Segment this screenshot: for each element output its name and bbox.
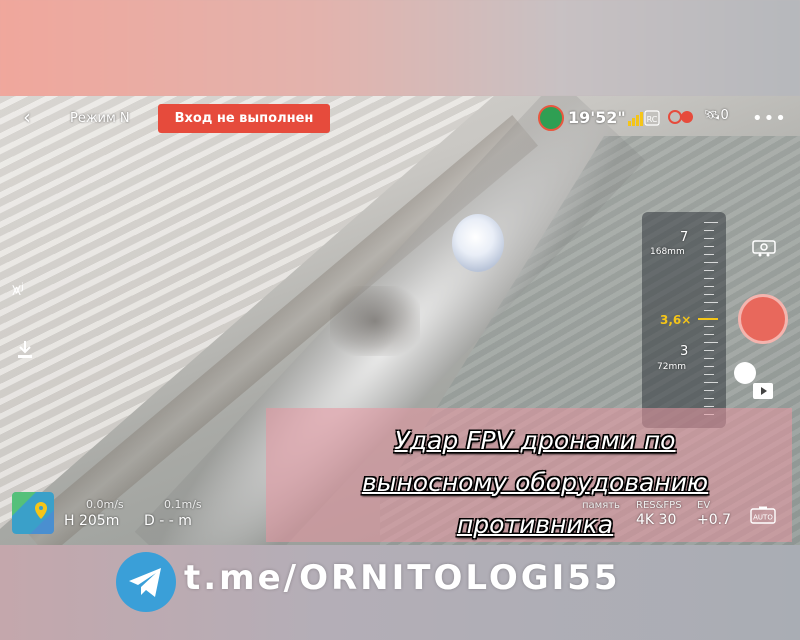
login-warning-badge[interactable]: Вход не выполнен — [158, 104, 330, 133]
record-button[interactable] — [738, 294, 788, 344]
caption-line-2: выносному оборудованию — [361, 468, 709, 497]
zoom-tick — [704, 238, 714, 239]
satellite-icon: 🛰 — [704, 108, 721, 123]
gps-icon: 🛰0 — [704, 108, 729, 123]
auto-exposure-icon[interactable]: AUTO — [750, 506, 776, 524]
zoom-tick — [704, 350, 714, 351]
zoom-tick — [704, 398, 714, 399]
zoom-tick — [704, 294, 714, 295]
zoom-tick — [704, 310, 714, 311]
zoom-tick — [704, 302, 718, 303]
zoom-tick — [704, 278, 714, 279]
zoom-tick — [704, 358, 714, 359]
zoom-tick — [704, 366, 714, 367]
zoom-current-tick — [698, 318, 718, 320]
zoom-tick — [704, 270, 714, 271]
zoom-tick — [704, 342, 718, 343]
zoom-max-focal: 168mm — [650, 247, 685, 257]
zoom-tick — [704, 326, 714, 327]
ai-tracking-icon[interactable]: ⩙ʲ — [12, 280, 24, 300]
res-fps-label: RES&FPS — [636, 500, 682, 511]
telegram-icon[interactable] — [116, 552, 176, 612]
photo-video-toggle[interactable] — [734, 362, 756, 384]
zoom-tick — [704, 334, 714, 335]
battery-icon — [538, 105, 564, 131]
back-chevron-icon[interactable]: ‹ — [18, 107, 36, 127]
horizontal-speed: 0.1m/s — [164, 498, 202, 511]
explosion-smoke — [452, 214, 504, 272]
playback-icon[interactable] — [752, 382, 774, 400]
zoom-tick — [704, 286, 714, 287]
zoom-max-label: 7 — [680, 230, 689, 245]
zoom-tick — [704, 262, 718, 263]
vision-status-icon — [668, 110, 693, 124]
storage-label: память — [582, 500, 620, 511]
zoom-current-value: 3,6× — [660, 313, 692, 327]
zoom-tick — [704, 246, 714, 247]
gps-count: 0 — [720, 108, 729, 123]
vertical-speed: 0.0m/s — [86, 498, 124, 511]
svg-text:RC: RC — [647, 115, 658, 124]
zoom-tick — [704, 390, 714, 391]
rc-signal-icon: RC — [628, 110, 660, 126]
map-icon[interactable] — [12, 492, 54, 534]
camera-switch-icon[interactable] — [752, 238, 776, 258]
caption-line-1: Удар FPV дронами по — [394, 426, 676, 455]
zoom-tick — [704, 222, 718, 223]
flight-mode-label[interactable]: Режим N — [70, 111, 130, 126]
res-fps-value[interactable]: 4K 30 — [636, 512, 676, 528]
distance-readout: D - - m — [144, 513, 192, 529]
more-options-icon[interactable]: ••• — [752, 108, 787, 129]
return-home-icon[interactable] — [14, 338, 36, 360]
top-blurred-band — [0, 0, 800, 96]
ev-label: EV — [697, 500, 711, 511]
auto-exposure-label: AUTO — [753, 514, 773, 522]
zoom-tick — [704, 254, 714, 255]
zoom-tick — [704, 374, 714, 375]
ev-value[interactable]: +0.7 — [697, 512, 731, 528]
target-position — [330, 286, 420, 356]
zoom-tick — [704, 382, 718, 383]
zoom-mid-label: 3 — [680, 344, 689, 359]
flight-time: 19'52" — [568, 108, 626, 127]
zoom-tick — [704, 406, 714, 407]
zoom-mid-focal: 72mm — [657, 362, 686, 372]
zoom-tick — [704, 230, 714, 231]
height-readout: H 205m — [64, 513, 120, 529]
channel-link[interactable]: t.me/ORNITOLOGI55 — [184, 558, 621, 598]
